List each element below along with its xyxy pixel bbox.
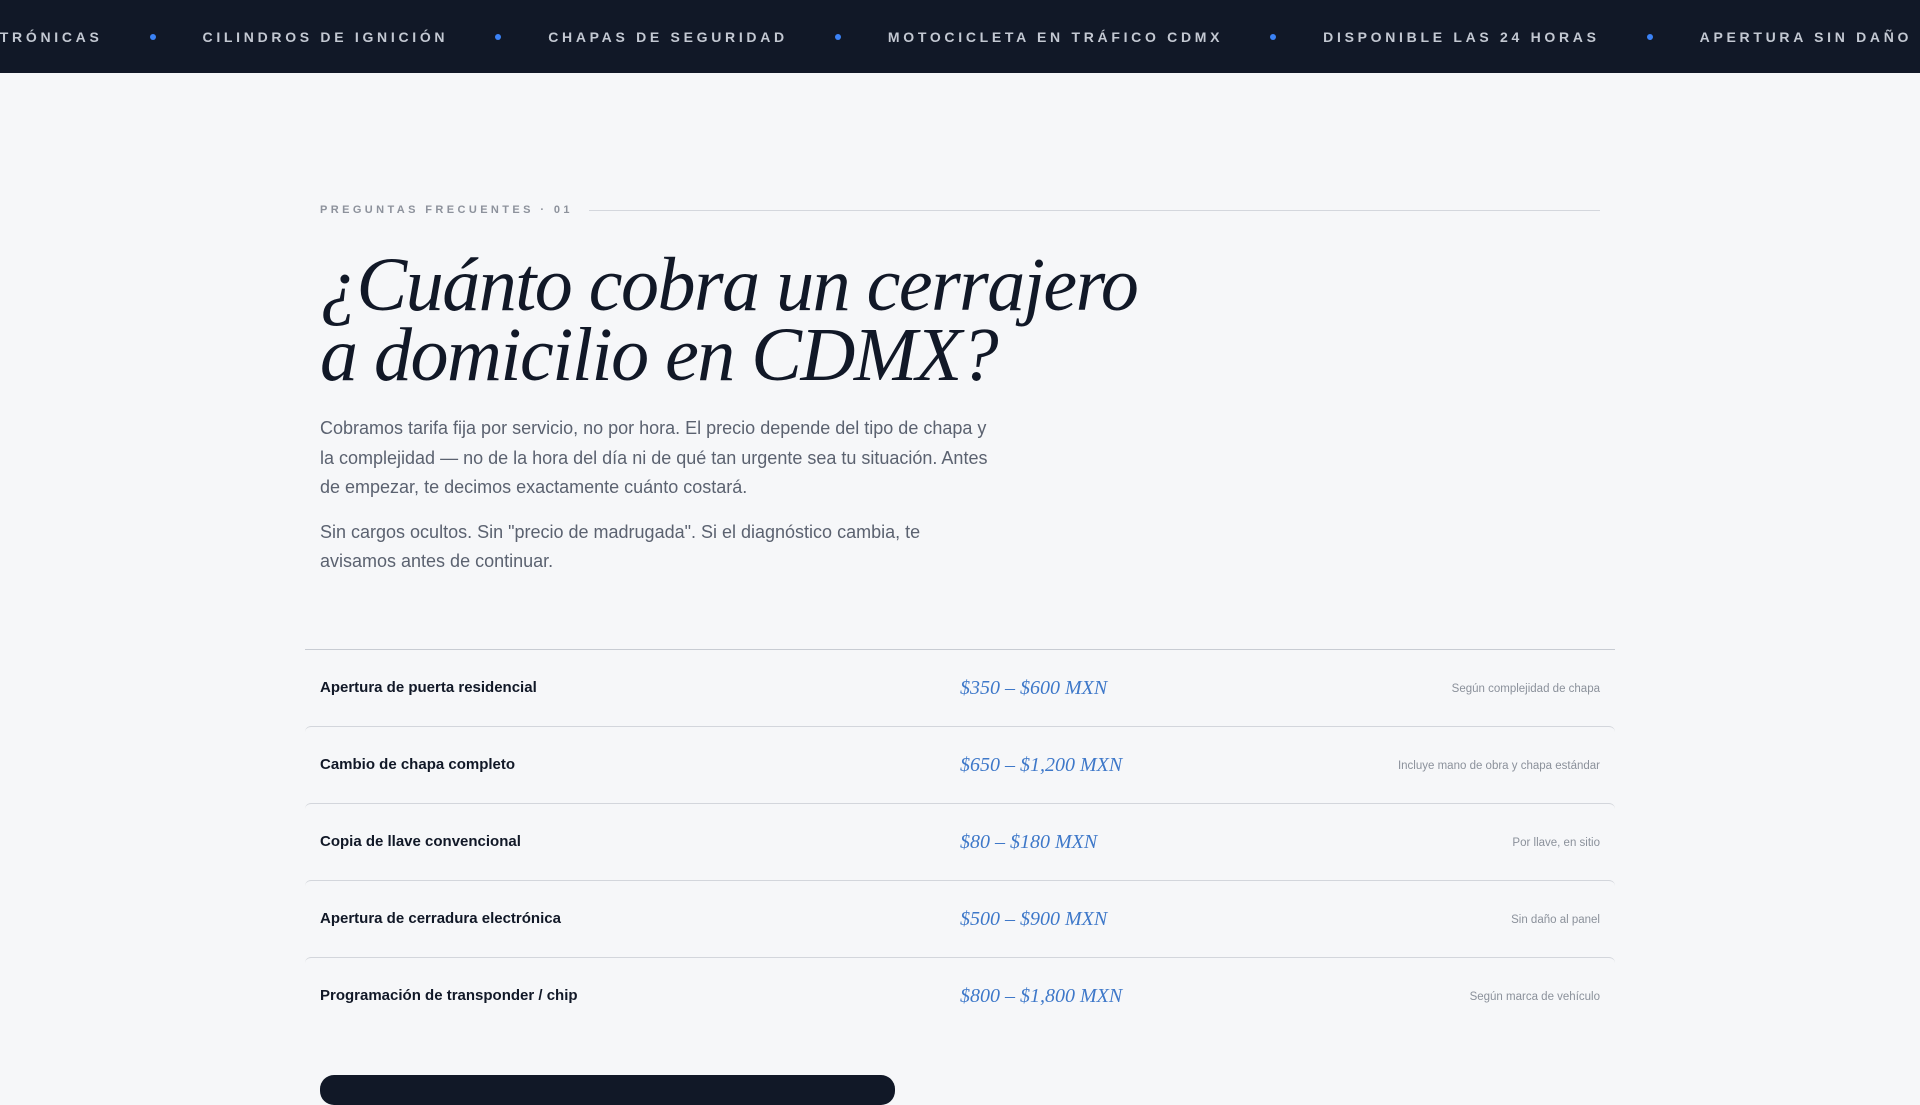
top-ticker-bar: ctrónicas Cilindros de ignición Chapas d… bbox=[0, 0, 1920, 73]
ticker-separator-dot bbox=[149, 33, 156, 40]
section-eyebrow: PREGUNTAS FRECUENTES · 01 bbox=[320, 204, 573, 216]
eyebrow-divider bbox=[588, 209, 1600, 211]
price-row: Apertura de puerta residencial $350 – $6… bbox=[305, 649, 1615, 726]
price-service-name: Apertura de cerradura electrónica bbox=[320, 910, 561, 927]
price-table: Apertura de puerta residencial $350 – $6… bbox=[305, 649, 1615, 1034]
ticker-item: Chapas de seguridad bbox=[548, 28, 788, 45]
price-range: $80 – $180 MXN bbox=[960, 831, 1098, 853]
page-title-line-2: a domicilio en CDMX? bbox=[320, 313, 999, 397]
ticker-item: Disponible las 24 horas bbox=[1323, 28, 1600, 45]
price-service-name: Copia de llave convencional bbox=[320, 833, 521, 850]
price-note: Por llave, en sitio bbox=[1512, 837, 1600, 849]
price-row: Apertura de cerradura electrónica $500 –… bbox=[305, 880, 1615, 957]
no-hidden-fees-paragraph: Sin cargos ocultos. Sin "precio de madru… bbox=[320, 521, 921, 572]
price-range: $650 – $1,200 MXN bbox=[960, 754, 1123, 776]
price-range: $500 – $900 MXN bbox=[960, 908, 1108, 930]
price-note: Según marca de vehículo bbox=[1469, 991, 1600, 1003]
price-range: $350 – $600 MXN bbox=[960, 677, 1108, 699]
price-row: Cambio de chapa completo $650 – $1,200 M… bbox=[305, 726, 1615, 803]
price-note: Según complejidad de chapa bbox=[1451, 683, 1600, 695]
ticker-item: Cilindros de ignición bbox=[202, 28, 449, 45]
ticker-separator-dot bbox=[1270, 33, 1277, 40]
price-note: Incluye mano de obra y chapa estándar bbox=[1397, 760, 1600, 772]
price-service-name: Cambio de chapa completo bbox=[320, 756, 516, 773]
ticker-separator-dot bbox=[495, 33, 502, 40]
ticker-separator-dot bbox=[1646, 33, 1653, 40]
ticker-item: Motocicleta en tráfico CDMX bbox=[887, 28, 1224, 45]
price-range: $800 – $1,800 MXN bbox=[960, 985, 1123, 1007]
ticker-separator-dot bbox=[834, 33, 841, 40]
price-note: Sin daño al panel bbox=[1511, 914, 1600, 926]
price-row: Programación de transponder / chip $800 … bbox=[305, 957, 1615, 1034]
ticker-item: Apertura sin daño bbox=[1699, 28, 1913, 45]
section-eyebrow-row: PREGUNTAS FRECUENTES · 01 bbox=[320, 200, 1600, 220]
price-row: Copia de llave convencional $80 – $180 M… bbox=[305, 803, 1615, 880]
page-title: ¿Cuánto cobra un cerrajero a domicilio e… bbox=[320, 247, 1220, 393]
faq-section: PREGUNTAS FRECUENTES · 01 ¿Cuánto cobra … bbox=[320, 200, 1600, 577]
ticker-item: ctrónicas bbox=[0, 28, 103, 45]
intro-paragraph: Cobramos tarifa fija por servicio, no po… bbox=[320, 418, 988, 497]
price-service-name: Programación de transponder / chip bbox=[320, 987, 578, 1004]
ticker-track: ctrónicas Cilindros de ignición Chapas d… bbox=[0, 0, 1912, 73]
price-service-name: Apertura de puerta residencial bbox=[320, 679, 537, 696]
